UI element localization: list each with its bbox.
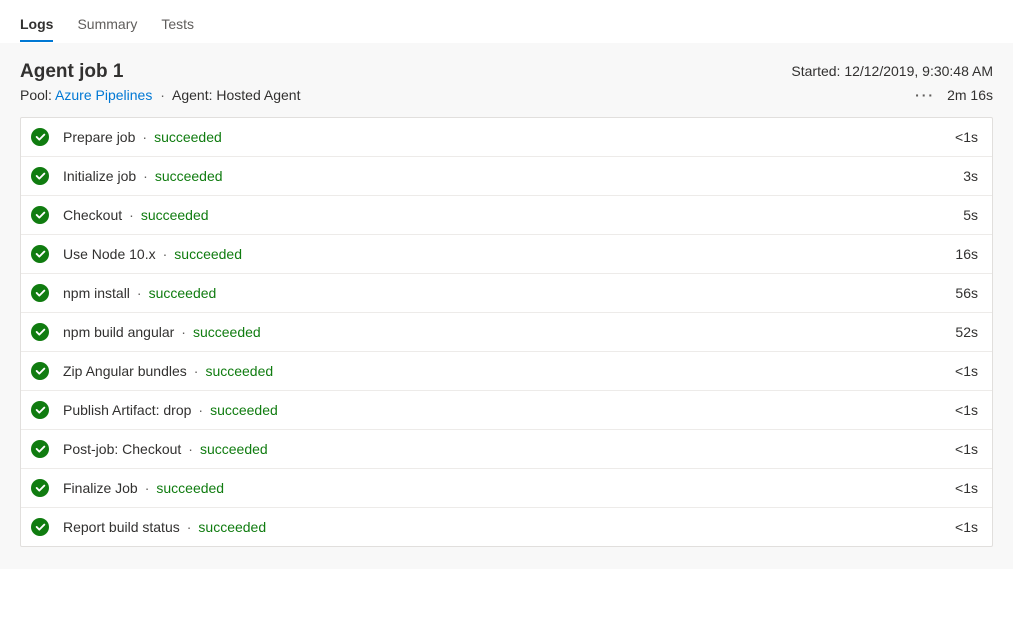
step-name: Finalize Job xyxy=(63,480,138,496)
step-duration: 5s xyxy=(963,207,978,223)
step-name: Prepare job xyxy=(63,129,135,145)
step-name: Checkout xyxy=(63,207,122,223)
separator-dot: · xyxy=(145,480,150,496)
step-status: succeeded xyxy=(154,129,222,145)
step-status: succeeded xyxy=(193,324,261,340)
step-row[interactable]: Initialize job · succeeded 3s xyxy=(21,157,992,196)
step-status: succeeded xyxy=(198,519,266,535)
step-row[interactable]: Publish Artifact: drop · succeeded <1s xyxy=(21,391,992,430)
agent-label: Agent: xyxy=(172,87,212,103)
step-name: Initialize job xyxy=(63,168,136,184)
step-row[interactable]: Report build status · succeeded <1s xyxy=(21,508,992,546)
step-status: succeeded xyxy=(155,168,223,184)
success-check-icon xyxy=(31,323,49,341)
success-check-icon xyxy=(31,128,49,146)
separator-dot: · xyxy=(181,324,186,340)
success-check-icon xyxy=(31,167,49,185)
step-status: succeeded xyxy=(210,402,278,418)
step-name: Publish Artifact: drop xyxy=(63,402,191,418)
success-check-icon xyxy=(31,518,49,536)
separator-dot: · xyxy=(198,402,203,418)
success-check-icon xyxy=(31,440,49,458)
step-status: succeeded xyxy=(149,285,217,301)
step-duration: <1s xyxy=(955,480,978,496)
step-row[interactable]: Prepare job · succeeded <1s xyxy=(21,118,992,157)
success-check-icon xyxy=(31,245,49,263)
step-duration: 52s xyxy=(955,324,978,340)
separator-dot: · xyxy=(194,363,199,379)
tab-logs[interactable]: Logs xyxy=(20,8,53,42)
step-duration: <1s xyxy=(955,363,978,379)
step-row[interactable]: Zip Angular bundles · succeeded <1s xyxy=(21,352,992,391)
step-name: Zip Angular bundles xyxy=(63,363,187,379)
tab-tests[interactable]: Tests xyxy=(161,8,194,42)
step-row[interactable]: Checkout · succeeded 5s xyxy=(21,196,992,235)
more-actions-icon[interactable]: ··· xyxy=(915,87,935,103)
steps-list: Prepare job · succeeded <1s Initialize job · s… xyxy=(20,117,993,547)
step-duration: 16s xyxy=(955,246,978,262)
separator-dot: · xyxy=(187,519,192,535)
step-status: succeeded xyxy=(156,480,224,496)
step-duration: <1s xyxy=(955,402,978,418)
step-name: npm build angular xyxy=(63,324,174,340)
total-duration: 2m 16s xyxy=(947,87,993,103)
step-name: npm install xyxy=(63,285,130,301)
success-check-icon xyxy=(31,401,49,419)
step-name: Use Node 10.x xyxy=(63,246,156,262)
pool-link[interactable]: Azure Pipelines xyxy=(55,87,152,103)
job-panel: Agent job 1 Started: 12/12/2019, 9:30:48… xyxy=(0,43,1013,569)
separator-dot: · xyxy=(163,246,168,262)
step-status: succeeded xyxy=(174,246,242,262)
step-duration: 56s xyxy=(955,285,978,301)
success-check-icon xyxy=(31,284,49,302)
separator-dot: · xyxy=(142,129,147,145)
success-check-icon xyxy=(31,362,49,380)
step-duration: 3s xyxy=(963,168,978,184)
step-duration: <1s xyxy=(955,129,978,145)
pool-label: Pool: xyxy=(20,87,52,103)
step-status: succeeded xyxy=(141,207,209,223)
step-row[interactable]: npm build angular · succeeded 52s xyxy=(21,313,992,352)
step-name: Post-job: Checkout xyxy=(63,441,181,457)
step-row[interactable]: Post-job: Checkout · succeeded <1s xyxy=(21,430,992,469)
tab-bar: Logs Summary Tests xyxy=(0,0,1013,43)
job-title: Agent job 1 xyxy=(20,61,123,83)
separator-dot: · xyxy=(188,441,193,457)
separator-dot: · xyxy=(160,87,165,103)
step-row[interactable]: npm install · succeeded 56s xyxy=(21,274,992,313)
step-name: Report build status xyxy=(63,519,180,535)
step-status: succeeded xyxy=(200,441,268,457)
started-value: 12/12/2019, 9:30:48 AM xyxy=(844,63,993,79)
pool-agent-line: Pool: Azure Pipelines · Agent: Hosted Ag… xyxy=(20,87,300,103)
step-status: succeeded xyxy=(205,363,273,379)
step-duration: <1s xyxy=(955,519,978,535)
separator-dot: · xyxy=(143,168,148,184)
tab-summary[interactable]: Summary xyxy=(77,8,137,42)
step-row[interactable]: Use Node 10.x · succeeded 16s xyxy=(21,235,992,274)
step-duration: <1s xyxy=(955,441,978,457)
started-label: Started: xyxy=(791,63,840,79)
agent-value: Hosted Agent xyxy=(216,87,300,103)
success-check-icon xyxy=(31,479,49,497)
separator-dot: · xyxy=(129,207,134,223)
separator-dot: · xyxy=(137,285,142,301)
success-check-icon xyxy=(31,206,49,224)
step-row[interactable]: Finalize Job · succeeded <1s xyxy=(21,469,992,508)
started-time: Started: 12/12/2019, 9:30:48 AM xyxy=(791,61,993,79)
